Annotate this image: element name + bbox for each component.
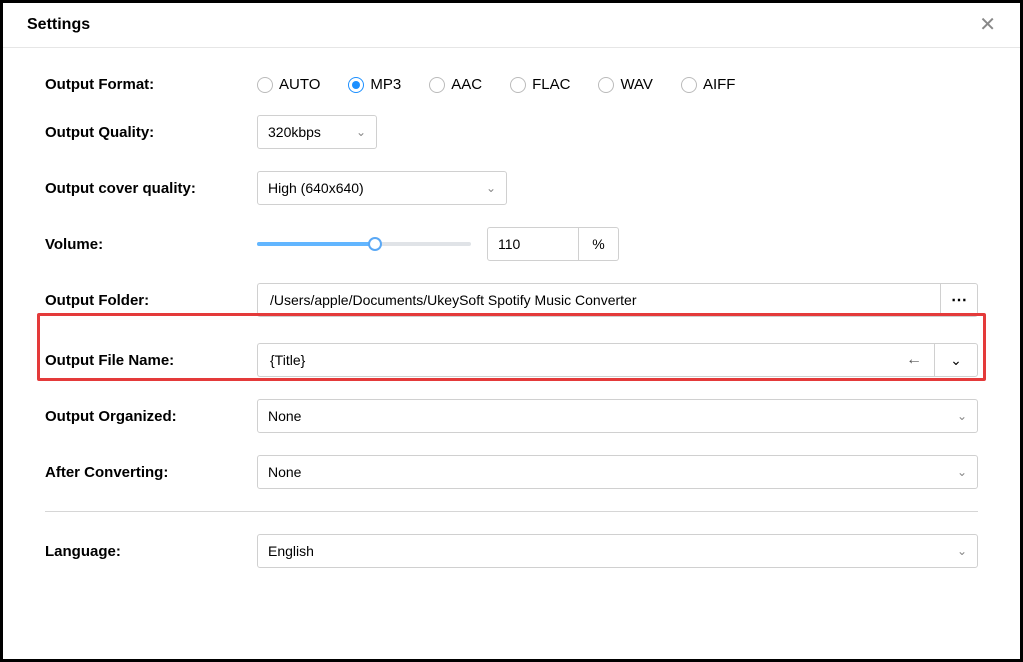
radio-icon: [257, 77, 273, 93]
label-after-converting: After Converting:: [45, 464, 257, 481]
radio-flac[interactable]: FLAC: [510, 76, 570, 93]
output-format-radio-group: AUTO MP3 AAC FLAC WAV AIFF: [257, 76, 978, 93]
chevron-down-icon: ⌄: [957, 465, 967, 479]
more-icon: ⋯: [951, 290, 967, 310]
row-output-folder: Output Folder: ⋯: [45, 283, 978, 317]
label-output-file-name: Output File Name:: [45, 352, 257, 369]
chevron-down-icon: ⌄: [356, 125, 366, 139]
chevron-down-icon: ⌄: [486, 181, 496, 195]
radio-label: AUTO: [279, 76, 320, 93]
after-converting-select[interactable]: None ⌄: [257, 455, 978, 489]
slider-thumb[interactable]: [368, 237, 382, 251]
radio-aiff[interactable]: AIFF: [681, 76, 736, 93]
select-value: 320kbps: [268, 124, 321, 140]
radio-label: AIFF: [703, 76, 736, 93]
radio-label: FLAC: [532, 76, 570, 93]
slider-fill: [257, 242, 375, 246]
language-select[interactable]: English ⌄: [257, 534, 978, 568]
select-value: English: [268, 543, 314, 559]
volume-slider[interactable]: [257, 242, 471, 246]
back-arrow-icon[interactable]: ←: [906, 351, 922, 369]
row-volume: Volume: %: [45, 227, 978, 261]
label-output-cover-quality: Output cover quality:: [45, 180, 257, 197]
radio-icon: [429, 77, 445, 93]
browse-folder-button[interactable]: ⋯: [940, 283, 978, 317]
row-output-quality: Output Quality: 320kbps ⌄: [45, 115, 978, 149]
label-output-organized: Output Organized:: [45, 408, 257, 425]
dialog-title: Settings: [27, 16, 90, 34]
radio-mp3[interactable]: MP3: [348, 76, 401, 93]
output-file-name-input[interactable]: {Title} ←: [257, 343, 934, 377]
radio-icon: [598, 77, 614, 93]
chevron-down-icon: ⌄: [957, 409, 967, 423]
label-volume: Volume:: [45, 236, 257, 253]
chevron-down-icon: ⌄: [950, 352, 962, 369]
settings-dialog: Settings ✕ Output Format: AUTO MP3 AAC F…: [0, 0, 1023, 662]
dialog-header: Settings ✕: [3, 3, 1020, 48]
radio-wav[interactable]: WAV: [598, 76, 653, 93]
row-after-converting: After Converting: None ⌄: [45, 455, 978, 489]
dialog-content: Output Format: AUTO MP3 AAC FLAC WAV AIF…: [3, 48, 1020, 610]
output-organized-select[interactable]: None ⌄: [257, 399, 978, 433]
close-icon[interactable]: ✕: [979, 15, 996, 35]
label-language: Language:: [45, 543, 257, 560]
filename-value: {Title}: [270, 352, 305, 368]
output-cover-quality-select[interactable]: High (640x640) ⌄: [257, 171, 507, 205]
radio-aac[interactable]: AAC: [429, 76, 482, 93]
label-output-quality: Output Quality:: [45, 124, 257, 141]
select-value: None: [268, 408, 301, 424]
label-output-folder: Output Folder:: [45, 292, 257, 309]
label-output-format: Output Format:: [45, 76, 257, 93]
volume-input[interactable]: [487, 227, 579, 261]
radio-label: AAC: [451, 76, 482, 93]
radio-icon: [510, 77, 526, 93]
select-value: None: [268, 464, 301, 480]
row-language: Language: English ⌄: [45, 534, 978, 568]
radio-label: MP3: [370, 76, 401, 93]
row-output-organized: Output Organized: None ⌄: [45, 399, 978, 433]
output-file-name-dropdown[interactable]: ⌄: [934, 343, 978, 377]
section-divider: [45, 511, 978, 512]
select-value: High (640x640): [268, 180, 364, 196]
row-output-format: Output Format: AUTO MP3 AAC FLAC WAV AIF…: [45, 76, 978, 93]
row-output-file-name: Output File Name: {Title} ← ⌄: [45, 343, 978, 377]
radio-auto[interactable]: AUTO: [257, 76, 320, 93]
volume-unit: %: [579, 227, 619, 261]
output-quality-select[interactable]: 320kbps ⌄: [257, 115, 377, 149]
output-folder-input[interactable]: [257, 283, 940, 317]
radio-icon: [348, 77, 364, 93]
radio-label: WAV: [620, 76, 653, 93]
row-output-cover-quality: Output cover quality: High (640x640) ⌄: [45, 171, 978, 205]
chevron-down-icon: ⌄: [957, 544, 967, 558]
radio-icon: [681, 77, 697, 93]
